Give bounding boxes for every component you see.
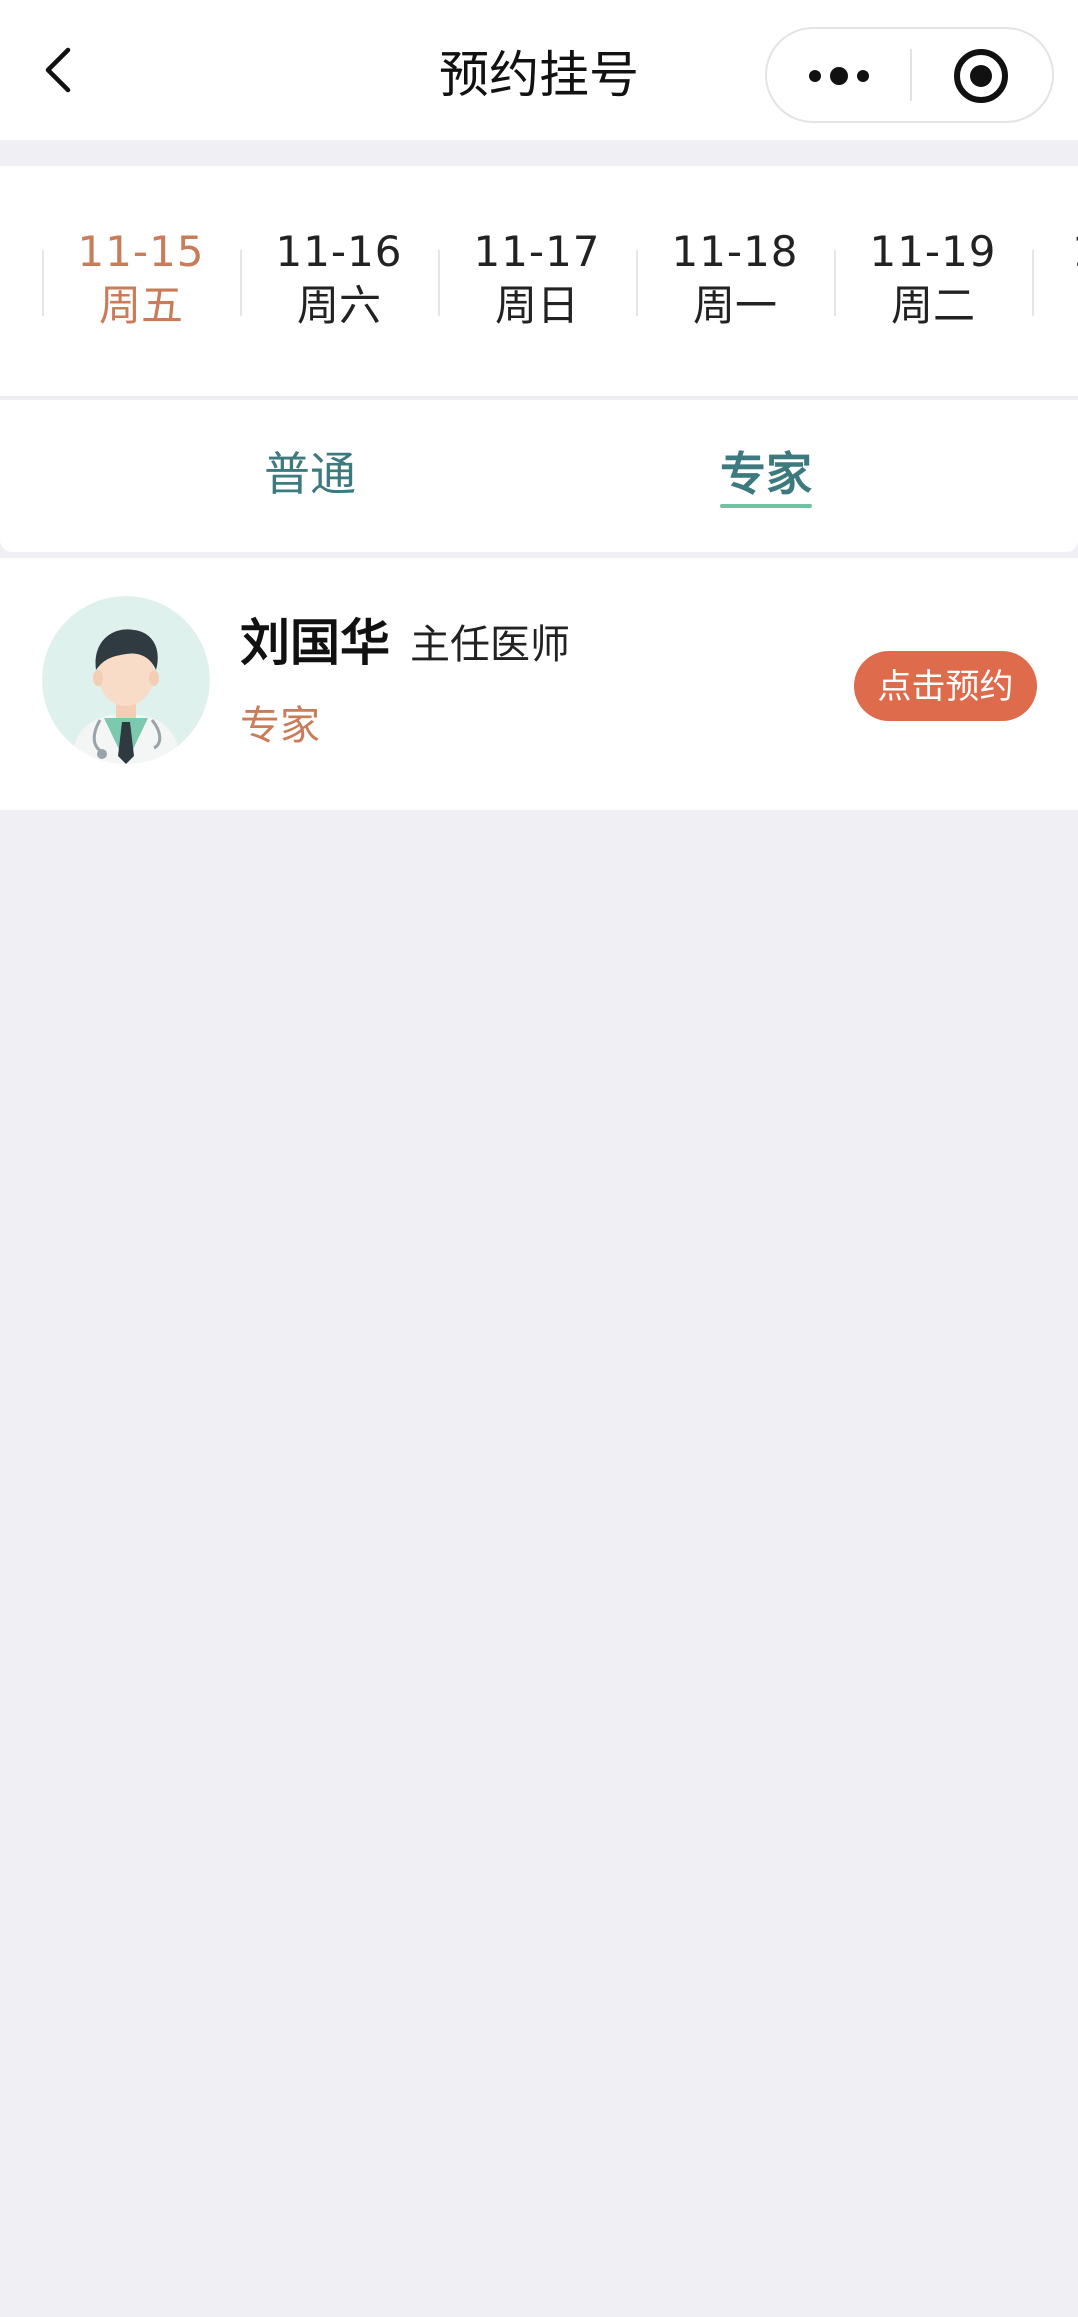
weekday-label: 周二 [890, 281, 975, 330]
weekday-label: 周六 [296, 281, 381, 330]
weekday-label: 周五 [98, 281, 183, 330]
date-label: 1 [1072, 226, 1078, 278]
date-item[interactable]: 11-19 周二 [834, 226, 1032, 336]
date-item[interactable]: 11-15 周五 [42, 226, 240, 336]
mini-program-capsule [765, 27, 1054, 123]
date-item[interactable]: 11-16 周六 [240, 226, 438, 336]
more-dots-icon [809, 67, 869, 85]
date-label: 11-16 [275, 227, 403, 276]
tab-normal[interactable]: 普通 [250, 442, 370, 512]
nav-bar: 预约挂号 [0, 0, 1078, 140]
date-label: 11-18 [671, 227, 799, 276]
active-tab-indicator [720, 504, 812, 508]
book-appointment-button[interactable]: 点击预约 [854, 651, 1037, 721]
avatar [42, 596, 210, 764]
date-item[interactable]: 11-17 周日 [438, 226, 636, 336]
doctor-type: 专家 [240, 703, 320, 749]
chevron-left-icon [45, 47, 71, 93]
date-selector: 11-15 周五 11-16 周六 11-17 周日 11-18 周一 11-1… [0, 166, 1078, 398]
more-button[interactable] [767, 29, 911, 121]
tab-expert[interactable]: 专家 [706, 442, 826, 512]
date-item[interactable]: 11-18 周一 [636, 226, 834, 336]
date-label: 11-17 [473, 227, 601, 276]
target-close-icon [954, 49, 1008, 103]
weekday-label: 周日 [494, 281, 579, 330]
doctor-title: 主任医师 [410, 622, 570, 668]
doctor-type-tabs: 普通 专家 [0, 400, 1078, 552]
back-button[interactable] [30, 40, 90, 100]
doctor-card[interactable]: 刘国华 主任医师 专家 点击预约 [0, 558, 1078, 810]
date-label: 11-19 [869, 227, 997, 276]
doctor-avatar-icon [42, 596, 210, 764]
date-label: 11-15 [77, 227, 205, 276]
close-button[interactable] [912, 29, 1054, 121]
doctor-name: 刘国华 [240, 614, 390, 672]
date-item-partial[interactable]: 1 [1032, 226, 1078, 336]
weekday-label: 周一 [692, 281, 777, 330]
